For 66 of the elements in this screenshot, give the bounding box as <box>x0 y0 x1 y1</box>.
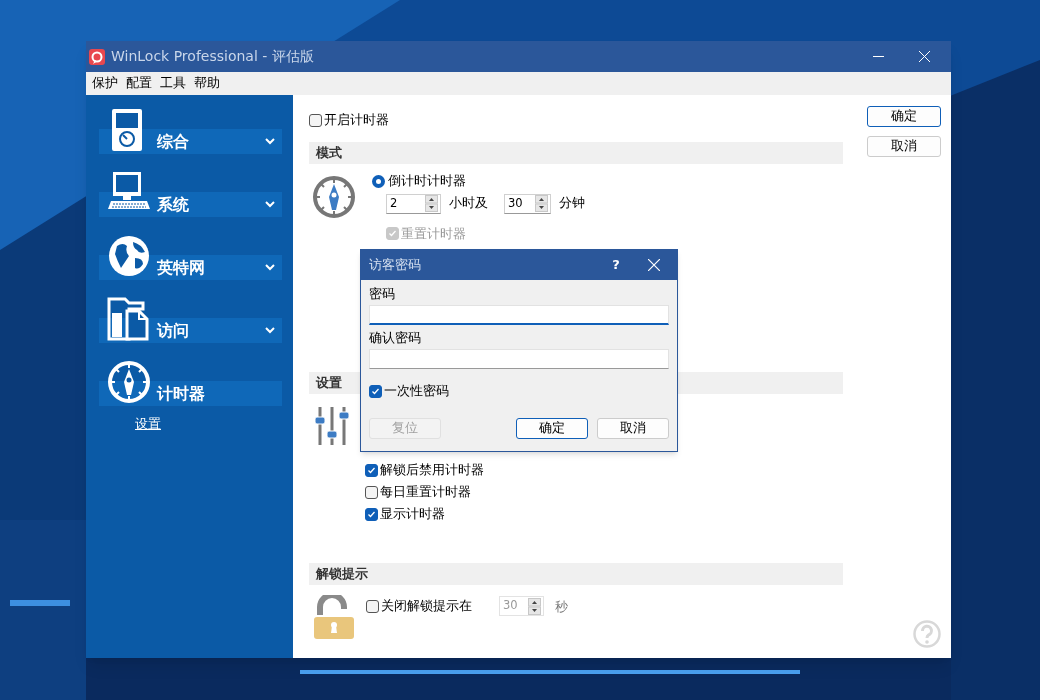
checkbox-label: 解锁后禁用计时器 <box>380 462 484 478</box>
help-button[interactable]: ? <box>601 255 631 275</box>
dialog-button[interactable]: 确定 <box>867 106 941 127</box>
checkmark-icon <box>367 509 376 519</box>
compass-icon <box>107 360 151 404</box>
section-title: 解锁提示 <box>316 565 368 584</box>
sidebar-item[interactable]: 系统 <box>99 171 282 234</box>
checkmark-icon <box>367 465 376 475</box>
dialog-button[interactable]: 确定 <box>516 418 588 439</box>
section-title: 设置 <box>316 374 342 393</box>
chevron-down-icon <box>265 138 275 145</box>
dialog-title: 访客密码 <box>369 256 422 275</box>
checkbox-label: 重置计时器 <box>401 225 466 242</box>
app-logo-icon <box>89 48 105 65</box>
sidebar-item[interactable]: 综合 <box>99 108 282 171</box>
sidebar-item[interactable]: 访问 <box>99 297 282 360</box>
field-label: 确认密码 <box>369 329 422 347</box>
password-field[interactable] <box>369 349 669 369</box>
checkbox[interactable] <box>369 384 382 398</box>
checkbox[interactable] <box>366 599 379 613</box>
spin-arrows-icon <box>535 195 548 213</box>
spin-box[interactable]: 2 <box>386 193 441 214</box>
checkmark-icon <box>388 229 397 239</box>
password-field[interactable] <box>369 305 669 325</box>
close-icon <box>648 259 660 271</box>
section-title: 模式 <box>316 144 342 163</box>
radio-button[interactable] <box>372 174 385 188</box>
menu-item[interactable]: 保护 <box>89 74 121 93</box>
menu-item[interactable]: 配置 <box>123 74 155 93</box>
checkbox-label: 每日重置计时器 <box>380 484 471 500</box>
spin-arrows-icon <box>425 195 438 213</box>
checkbox-label: 显示计时器 <box>380 506 445 522</box>
checkbox-label: 开启计时器 <box>324 112 389 128</box>
documents-icon <box>107 297 151 341</box>
checkbox[interactable] <box>309 113 322 127</box>
media-player-icon <box>109 108 145 152</box>
checkbox-label: 关闭解锁提示在 <box>381 598 472 614</box>
unit-label: 分钟 <box>559 194 585 213</box>
unit-label: 秒 <box>555 598 568 616</box>
checkmark-icon <box>371 386 380 396</box>
close-icon <box>918 51 930 62</box>
field-label: 密码 <box>369 285 396 303</box>
globe-icon <box>107 234 151 278</box>
dialog-button[interactable]: 取消 <box>867 136 941 157</box>
computer-icon <box>107 171 151 211</box>
checkbox-label: 一次性密码 <box>384 383 449 399</box>
spin-box[interactable]: 30 <box>504 193 551 214</box>
checkbox[interactable] <box>365 507 378 521</box>
chevron-down-icon <box>265 201 275 208</box>
sliders-icon <box>314 407 350 445</box>
checkbox[interactable] <box>365 485 378 499</box>
checkbox[interactable] <box>365 463 378 477</box>
unlocked-padlock-icon <box>314 595 354 639</box>
unit-label: 小时及 <box>449 194 489 213</box>
menu-item[interactable]: 工具 <box>157 74 189 93</box>
dialog-button[interactable]: 取消 <box>597 418 669 439</box>
compass-icon <box>312 175 356 219</box>
chevron-down-icon <box>265 264 275 271</box>
radio-label: 倒计时计时器 <box>388 172 466 190</box>
spin-arrows-icon <box>528 597 541 615</box>
chevron-down-icon <box>265 327 275 334</box>
sidebar-item[interactable]: 英特网 <box>99 234 282 297</box>
window-title: WinLock Professional - 评估版 <box>111 47 314 66</box>
sidebar-link[interactable]: 设置 <box>135 414 161 434</box>
help-icon <box>913 620 941 648</box>
menu-item[interactable]: 帮助 <box>191 74 223 93</box>
